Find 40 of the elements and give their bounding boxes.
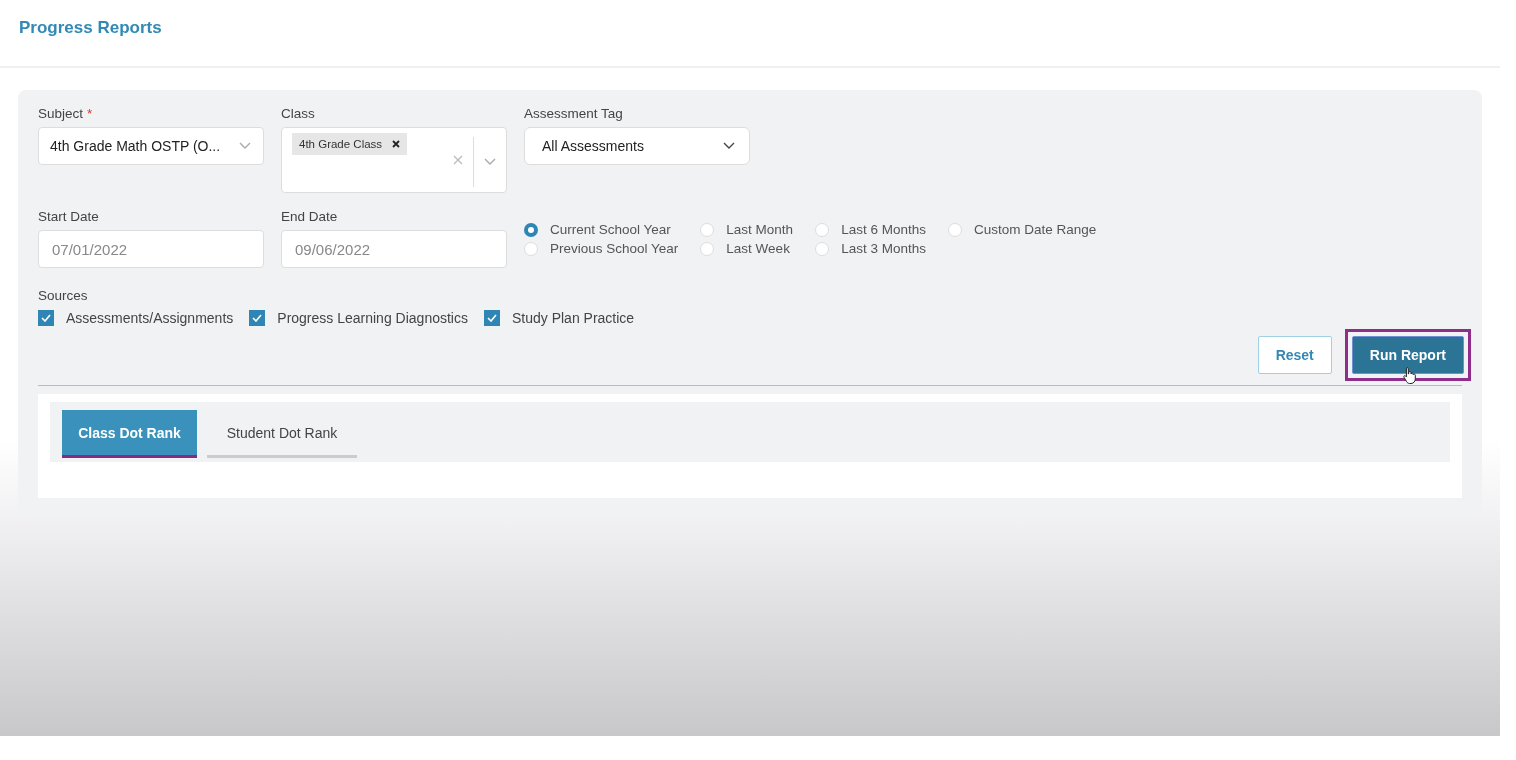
class-multiselect[interactable]: 4th Grade Class bbox=[281, 127, 507, 193]
field-label: Start Date bbox=[38, 209, 100, 224]
checkbox-label: Study Plan Practice bbox=[511, 310, 635, 326]
remove-icon[interactable] bbox=[392, 140, 401, 148]
checkbox-label: Assessments/Assignments bbox=[66, 310, 234, 326]
radio-label: Last 3 Months bbox=[841, 241, 926, 256]
checkmark-icon bbox=[486, 314, 497, 322]
chevron-down-icon bbox=[239, 142, 251, 150]
field-label: Assessment Tag bbox=[524, 106, 624, 121]
chevron-down-icon bbox=[723, 142, 735, 150]
field-label: Class bbox=[281, 106, 316, 121]
checkbox[interactable] bbox=[483, 310, 500, 326]
checkbox[interactable] bbox=[38, 310, 54, 326]
radio-button[interactable] bbox=[524, 222, 538, 237]
end-date-field[interactable]: 09/06/2022 bbox=[281, 230, 507, 268]
field-label: Subject * bbox=[38, 106, 94, 121]
start-date-field[interactable]: 07/01/2022 bbox=[38, 230, 264, 268]
chevron-down-icon[interactable] bbox=[484, 158, 496, 166]
class-tag: 4th Grade Class bbox=[292, 133, 408, 155]
run-report-button[interactable]: Run Report bbox=[1351, 336, 1464, 374]
radio-label: Last Week bbox=[726, 241, 790, 256]
report-tab[interactable]: Student Dot Rank bbox=[207, 410, 357, 458]
checkbox[interactable] bbox=[249, 310, 266, 326]
checkbox-label: Progress Learning Diagnostics bbox=[277, 310, 468, 326]
checkmark-icon bbox=[252, 314, 263, 322]
radio-label: Previous School Year bbox=[550, 241, 679, 256]
radio-label: Last Month bbox=[726, 222, 794, 237]
reset-button[interactable]: Reset bbox=[1257, 336, 1332, 374]
field-label: End Date bbox=[281, 209, 339, 224]
checkmark-icon bbox=[41, 314, 51, 322]
page-title: Progress Reports bbox=[19, 17, 162, 38]
hand-cursor-icon bbox=[1402, 366, 1417, 384]
radio-label: Current School Year bbox=[550, 222, 671, 237]
clear-icon[interactable] bbox=[453, 155, 463, 165]
field-label: Sources bbox=[38, 288, 89, 303]
subject-dropdown[interactable]: 4th Grade Math OSTP (O... bbox=[38, 127, 264, 165]
radio-label: Custom Date Range bbox=[973, 222, 1097, 237]
required-mark: * bbox=[87, 106, 93, 121]
radio-label: Last 6 Months bbox=[841, 222, 926, 237]
assessment-tag-dropdown[interactable]: All Assessments bbox=[524, 127, 750, 165]
